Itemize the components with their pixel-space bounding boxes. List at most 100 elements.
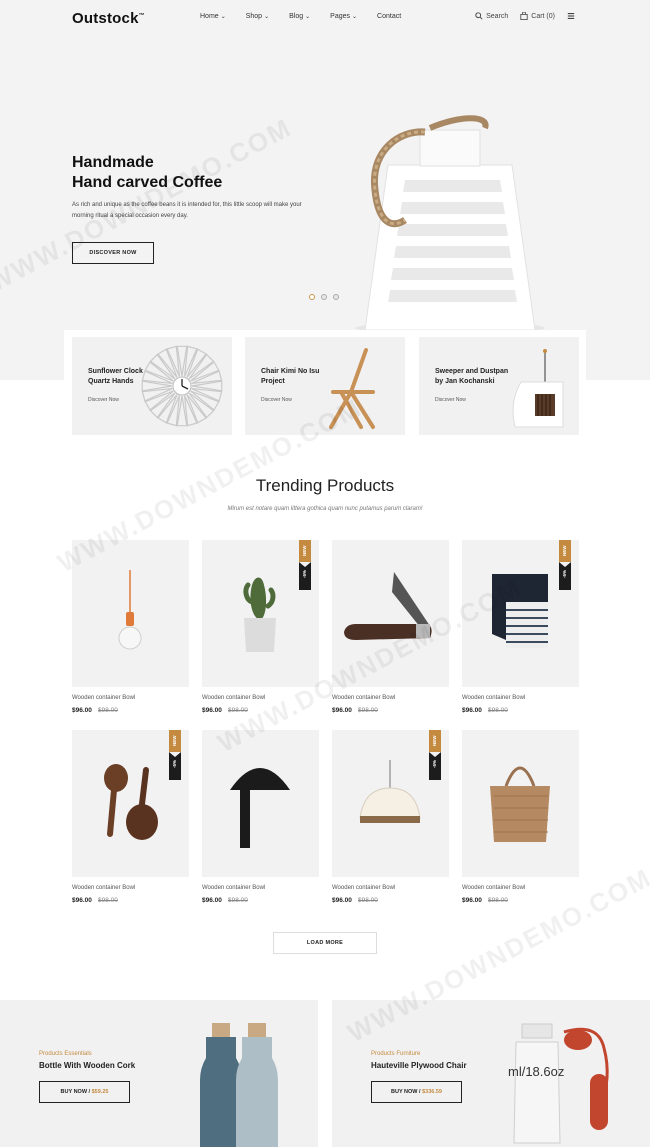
promo-banner-bottle[interactable]: Products Essentials Bottle With Wooden C… [0,1000,318,1147]
slider-dot-1[interactable] [309,294,315,300]
product-old-price: $98.00 [358,707,378,714]
chevron-down-icon: ⌄ [352,14,358,20]
product-name[interactable]: Wooden container Bowl [202,885,265,891]
search-button[interactable]: Search [475,12,508,20]
product-price: $96.00 [332,897,352,904]
nav-item-label: Shop [245,13,263,20]
nav-item-pages[interactable]: Pages ⌄ [330,13,357,20]
cart-label: Cart (0) [531,12,555,20]
search-icon [475,12,483,20]
bag-icon [520,12,528,20]
product-card[interactable]: Wooden container Bowl $96.00 $98.00 [72,540,189,720]
sweeper-dustpan-image [512,349,564,428]
slider-dot-3[interactable] [333,294,339,300]
product-price: $96.00 [72,707,92,714]
cart-button[interactable]: Cart (0) [520,12,555,20]
product-thumb[interactable]: NEW -5% [72,730,189,877]
promo-title: Bottle With Wooden Cork [39,1061,136,1070]
nav-item-label: Home [200,13,219,20]
product-old-price: $98.00 [358,897,378,904]
sunflower-clock-image [141,345,223,427]
product-card[interactable]: Wooden container Bowl $96.00 $98.00 [202,730,319,910]
product-name[interactable]: Wooden container Bowl [72,885,135,891]
discover-now-link[interactable]: Discover Now [435,397,466,403]
product-price: $96.00 [462,897,482,904]
nav-item-blog[interactable]: Blog ⌄ [289,13,310,20]
nav-item-label: Blog [289,13,304,20]
nav-item-contact[interactable]: Contact [377,13,401,20]
product-old-price: $98.00 [98,897,118,904]
product-thumb[interactable] [72,540,189,687]
product-card[interactable]: Wooden container Bowl $96.00 $98.00 [332,540,449,720]
category-banner-clock[interactable]: Sunflower Clock Quartz Hands Discover No… [72,337,232,435]
badge-sale: -5% [559,562,571,590]
woven-bag-image [490,766,550,842]
nav-item-home[interactable]: Home ⌄ [200,13,226,20]
load-more-button[interactable]: LOAD MORE [273,932,377,954]
product-price: $96.00 [202,897,222,904]
product-badge: NEW -5% [299,540,311,590]
badge-new: NEW [429,730,441,752]
product-card[interactable]: NEW -5% Wooden container Bowl $96.00 $98… [72,730,189,910]
buy-now-label: BUY NOW [60,1089,88,1095]
product-thumb[interactable] [332,540,449,687]
header-tools: Search Cart (0) [463,12,578,20]
product-name[interactable]: Wooden container Bowl [462,885,525,891]
product-thumb[interactable]: NEW -5% [202,540,319,687]
product-price: $96.00 [462,707,482,714]
product-name[interactable]: Wooden container Bowl [332,885,395,891]
black-lamp-image [230,768,290,848]
bottles-image [200,1023,278,1147]
product-name[interactable]: Wooden container Bowl [462,695,525,701]
product-card[interactable]: Wooden container Bowl $96.00 $98.00 [462,730,579,910]
nav-item-shop[interactable]: Shop ⌄ [246,13,269,20]
buy-now-button[interactable]: BUY NOW / $59.25 [39,1081,130,1103]
pendant-bulb-image [118,570,142,650]
buy-now-button[interactable]: BUY NOW / $336.59 [371,1081,462,1103]
logo-text: Outstock [72,10,139,27]
product-old-price: $98.00 [488,707,508,714]
badge-new: NEW [169,730,181,752]
discover-now-link[interactable]: Discover Now [261,397,292,403]
section-title: Trending Products [255,476,395,495]
category-banner-sweeper[interactable]: Sweeper and Dustpan by Jan Kochanski Dis… [419,337,579,435]
badge-sale: -5% [429,752,441,780]
hero-description: As rich and unique as the coffee beans i… [72,202,302,219]
nav-item-label: Contact [377,13,402,20]
product-card[interactable]: NEW -5% Wooden container Bowl $96.00 $98… [202,540,319,720]
product-price: $96.00 [72,897,92,904]
product-name[interactable]: Wooden container Bowl [332,695,395,701]
promo-subtitle: Products Essentials [39,1051,92,1057]
bottle-label: ml/18.6oz [508,1064,565,1079]
promo-banner-chair[interactable]: Products Furniture Hauteville Plywood Ch… [332,1000,650,1147]
glass-bottle-image [513,1023,609,1144]
product-thumb[interactable]: NEW -5% [332,730,449,877]
section-subtitle: Mirum est notare quam littera gothica qu… [227,506,423,512]
logo[interactable]: Outstock™ [72,10,145,27]
product-card[interactable]: NEW -5% Wooden container Bowl $96.00 $98… [462,540,579,720]
product-thumb[interactable] [202,730,319,877]
category-banner-chair[interactable]: Chair Kimi No Isu Project Discover Now [245,337,405,435]
badge-new: NEW [559,540,571,562]
product-thumb[interactable]: NEW -5% [462,540,579,687]
product-name[interactable]: Wooden container Bowl [202,695,265,701]
promo-title: Hauteville Plywood Chair [371,1061,467,1070]
badge-sale: -5% [299,562,311,590]
product-thumb[interactable] [462,730,579,877]
discover-now-link[interactable]: Discover Now [88,397,119,403]
search-label: Search [486,12,509,20]
slider-dot-2[interactable] [321,294,327,300]
promo-price: $336.59 [422,1089,442,1095]
logo-mark: ™ [138,13,145,19]
nav-item-label: Pages [330,13,351,20]
product-old-price: $98.00 [488,897,508,904]
product-card[interactable]: NEW -5% Wooden container Bowl $96.00 $98… [332,730,449,910]
hero-title: Handmade Hand carved Coffee [72,153,222,193]
product-name[interactable]: Wooden container Bowl [72,695,135,701]
discover-now-button[interactable]: DISCOVER NOW [72,242,154,264]
main-nav: Home ⌄ Shop ⌄ Blog ⌄ Pages ⌄ Contact [200,13,421,20]
buy-now-label: BUY NOW [391,1089,418,1095]
promo-price: $59.25 [91,1089,109,1095]
badge-sale: -5% [169,752,181,780]
menu-button[interactable] [567,12,578,20]
